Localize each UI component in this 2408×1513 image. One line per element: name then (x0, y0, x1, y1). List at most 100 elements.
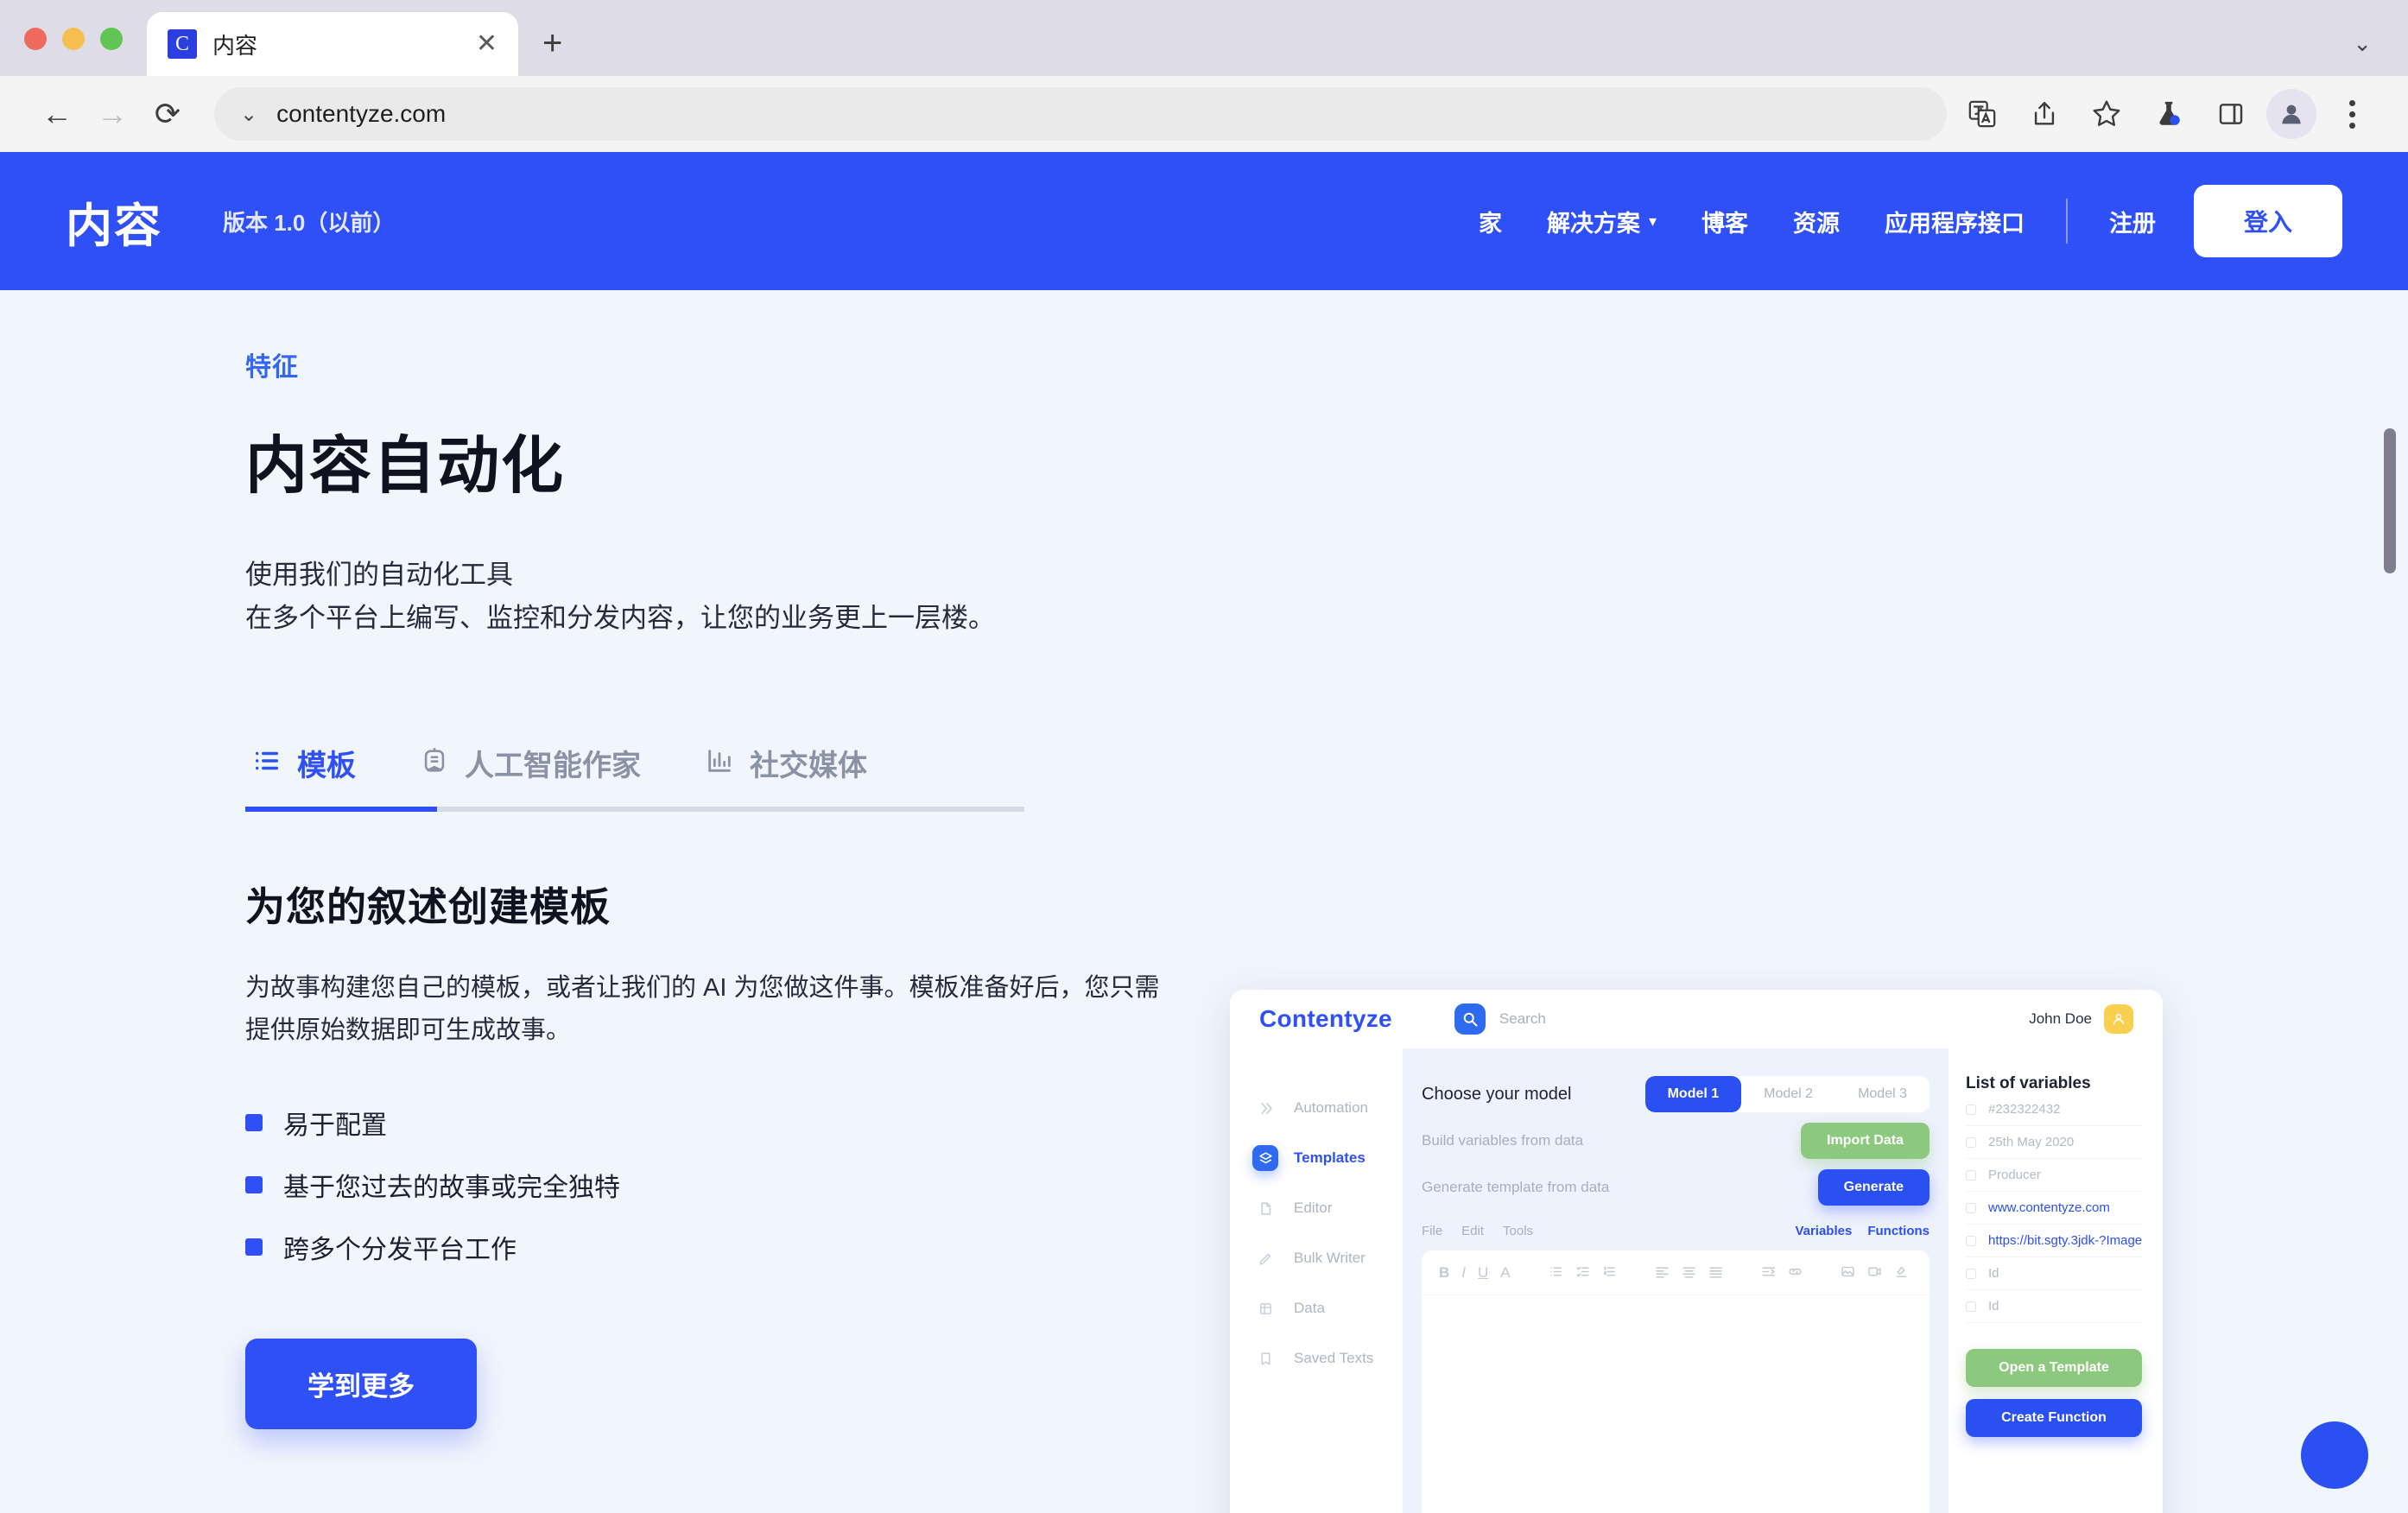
menu-tools[interactable]: Tools (1503, 1224, 1533, 1238)
import-data-button[interactable]: Import Data (1801, 1123, 1930, 1159)
variables-panel-actions: Open a Template Create Function (1966, 1349, 2142, 1437)
tab-ai-writer[interactable]: 人工智能作家 (387, 742, 672, 807)
mockup-search[interactable]: Search (1454, 1003, 1546, 1035)
learn-more-button[interactable]: 学到更多 (245, 1338, 477, 1429)
bulk-writer-icon (1252, 1245, 1278, 1271)
sidebar-item-templates[interactable]: Templates (1252, 1133, 1403, 1183)
tab-social-media[interactable]: 社交媒体 (672, 742, 898, 807)
generate-template-row: Generate template from data Generate (1422, 1164, 1930, 1211)
numbered-list-icon[interactable] (1602, 1264, 1617, 1282)
menu-functions[interactable]: Functions (1867, 1224, 1930, 1238)
create-function-button[interactable]: Create Function (1966, 1399, 2142, 1437)
editor-menubar-right: Variables Functions (1795, 1224, 1930, 1238)
checkbox[interactable] (1966, 1301, 1976, 1312)
side-panel-icon[interactable] (2204, 87, 2258, 141)
web-page: 内容 版本 1.0（以前） 家 解决方案 ▾ 博客 资源 应用程序接口 注册 登… (0, 152, 2408, 1513)
align-left-icon[interactable] (1655, 1264, 1670, 1282)
bullet-list-icon[interactable] (1549, 1264, 1563, 1282)
checkbox[interactable] (1966, 1169, 1976, 1181)
list-item[interactable]: Id (1966, 1257, 2142, 1290)
experiments-flask-icon[interactable] (2142, 87, 2196, 141)
list-item[interactable]: Id (1966, 1290, 2142, 1323)
list-item[interactable]: 25th May 2020 (1966, 1126, 2142, 1159)
sidebar-item-data[interactable]: Data (1252, 1283, 1403, 1333)
model-2-button[interactable]: Model 2 (1741, 1076, 1835, 1112)
share-icon[interactable] (2018, 87, 2071, 141)
sidebar-item-bulk-writer[interactable]: Bulk Writer (1252, 1233, 1403, 1283)
nav-item-solutions[interactable]: 解决方案 ▾ (1524, 205, 1679, 238)
more-menu-icon[interactable] (2325, 87, 2379, 141)
nav-item-blog-label: 博客 (1701, 210, 1748, 237)
text-color-icon[interactable]: A (1500, 1265, 1510, 1280)
bold-icon[interactable]: B (1439, 1265, 1449, 1280)
tab-list-chevron-down-icon[interactable]: ⌄ (2353, 30, 2372, 57)
nav-item-resources[interactable]: 资源 (1771, 205, 1862, 238)
forward-button[interactable]: → (85, 86, 140, 142)
profile-avatar-icon[interactable] (2266, 89, 2316, 139)
indent-icon[interactable] (1761, 1264, 1776, 1282)
scrollbar-thumb[interactable] (2384, 428, 2396, 573)
chat-widget-button[interactable] (2301, 1421, 2368, 1489)
link-icon[interactable] (1788, 1264, 1803, 1282)
back-button[interactable]: ← (29, 86, 85, 142)
generate-button[interactable]: Generate (1817, 1169, 1930, 1206)
minimize-window-button[interactable] (62, 28, 85, 50)
tab-underline-active (245, 807, 437, 813)
model-1-button[interactable]: Model 1 (1644, 1076, 1742, 1112)
image-icon[interactable] (1841, 1264, 1855, 1282)
translate-icon[interactable] (1955, 87, 2009, 141)
menu-variables[interactable]: Variables (1795, 1224, 1852, 1238)
checkbox[interactable] (1966, 1104, 1976, 1115)
new-tab-button[interactable]: + (542, 26, 562, 60)
reload-button[interactable]: ⟳ (140, 86, 195, 142)
mockup-logo[interactable]: Contentyze (1259, 1005, 1392, 1033)
nav-item-home[interactable]: 家 (1456, 205, 1524, 238)
tab-templates[interactable]: 模板 (245, 742, 387, 807)
signup-label: 注册 (2108, 210, 2156, 237)
checkbox[interactable] (1966, 1268, 1976, 1279)
login-button[interactable]: 登入 (2193, 185, 2342, 257)
nav-item-api[interactable]: 应用程序接口 (1862, 205, 2047, 238)
close-tab-icon[interactable]: ✕ (476, 31, 497, 57)
checkbox[interactable] (1966, 1136, 1976, 1148)
variable-value: #232322432 (1988, 1102, 2061, 1117)
align-center-icon[interactable] (1682, 1264, 1696, 1282)
checkbox[interactable] (1966, 1235, 1976, 1246)
list-item[interactable]: Producer (1966, 1159, 2142, 1192)
italic-icon[interactable]: I (1461, 1265, 1466, 1280)
bookmark-star-icon[interactable] (2080, 87, 2133, 141)
browser-tab[interactable]: C 内容 ✕ (147, 12, 518, 76)
window-traffic-lights (24, 28, 123, 76)
list-icon (252, 746, 282, 780)
list-item[interactable]: #232322432 (1966, 1093, 2142, 1126)
sidebar-item-automation[interactable]: Automation (1252, 1083, 1403, 1133)
model-3-button[interactable]: Model 3 (1835, 1076, 1930, 1112)
close-window-button[interactable] (24, 28, 47, 50)
build-variables-label: Build variables from data (1422, 1132, 1584, 1149)
checkbox[interactable] (1966, 1202, 1976, 1213)
checklist-icon[interactable] (1575, 1264, 1590, 1282)
open-template-button[interactable]: Open a Template (1966, 1349, 2142, 1387)
sidebar-item-saved-texts[interactable]: Saved Texts (1252, 1333, 1403, 1383)
signup-link[interactable]: 注册 (2087, 205, 2178, 238)
menu-edit[interactable]: Edit (1461, 1224, 1484, 1238)
site-info-chevron-down-icon[interactable]: ⌄ (240, 102, 257, 127)
avatar (2104, 1004, 2133, 1034)
site-logo[interactable]: 内容 (66, 187, 162, 256)
page-scrollbar[interactable] (2379, 152, 2401, 1513)
maximize-window-button[interactable] (100, 28, 123, 50)
underline-icon[interactable]: U (1478, 1265, 1488, 1280)
video-icon[interactable] (1867, 1264, 1882, 1282)
mockup-user[interactable]: John Doe (2029, 1004, 2133, 1034)
address-bar[interactable]: ⌄ contentyze.com (214, 87, 1947, 141)
editor-canvas[interactable] (1422, 1295, 1930, 1513)
list-item[interactable]: https://bit.sgty.3jdk-?Image (1966, 1225, 2142, 1257)
menu-file[interactable]: File (1422, 1224, 1442, 1238)
sidebar-item-editor[interactable]: Editor (1252, 1183, 1403, 1233)
feature-tabs: 模板 人工智能作家 社交媒体 (245, 742, 1024, 813)
align-justify-icon[interactable] (1708, 1264, 1723, 1282)
nav-item-blog[interactable]: 博客 (1679, 205, 1771, 238)
highlight-icon[interactable] (1894, 1264, 1909, 1282)
list-item[interactable]: www.contentyze.com (1966, 1192, 2142, 1225)
saved-texts-icon (1252, 1345, 1278, 1371)
